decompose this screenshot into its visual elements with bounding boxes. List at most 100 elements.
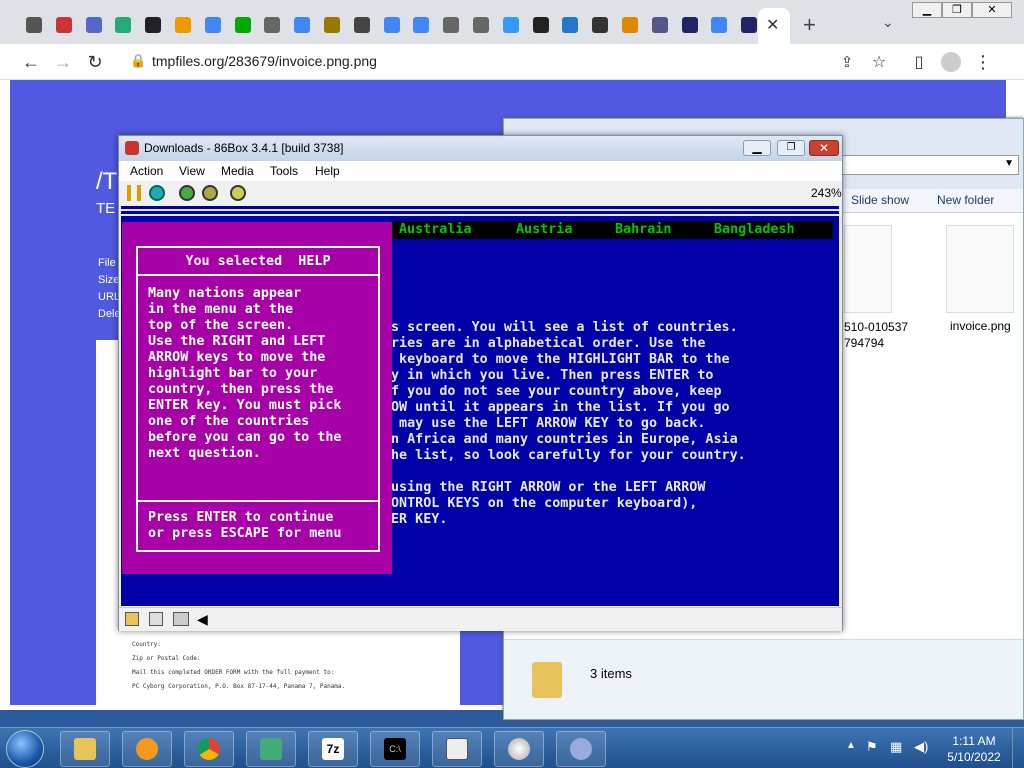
address-dropdown[interactable]: ▼: [839, 155, 1019, 175]
bookmark-star-icon[interactable]: ☆: [866, 50, 892, 74]
menu-view[interactable]: View: [179, 164, 205, 178]
new-folder-button[interactable]: New folder: [937, 193, 994, 207]
help-line: before you can go to the: [148, 430, 342, 445]
menu-help[interactable]: Help: [315, 164, 340, 178]
tab-globe-icon[interactable]: [439, 12, 463, 38]
floppy-icon[interactable]: [125, 612, 139, 626]
tab-globe-icon[interactable]: [469, 12, 493, 38]
close-button[interactable]: ✕: [972, 2, 1012, 18]
side-panel-icon[interactable]: ▯: [906, 50, 932, 74]
minimize-button[interactable]: ▁: [912, 2, 942, 18]
tab-play-box-icon[interactable]: [111, 12, 135, 38]
menu-action[interactable]: Action: [130, 164, 163, 178]
help-divider: [138, 500, 378, 502]
network-icon[interactable]: ▦: [890, 739, 902, 755]
emulator-screen[interactable]: Australia Austria Bahrain Bangladesh s s…: [121, 206, 839, 606]
file-thumbnail[interactable]: [844, 225, 892, 313]
start-button[interactable]: [6, 730, 44, 768]
form-line: Zip or Postal Code:: [132, 655, 201, 662]
pause-icon[interactable]: [127, 185, 141, 201]
tab-SL-icon[interactable]: [588, 12, 612, 38]
tab-search-icon[interactable]: ⌄: [882, 14, 894, 31]
tab-google-icon[interactable]: [409, 12, 433, 38]
share-icon[interactable]: ⇪: [834, 50, 860, 74]
slide-show-button[interactable]: Slide show: [851, 193, 909, 207]
instruction-line: s screen. You will see a list of countri…: [391, 320, 738, 335]
taskbar-notepad[interactable]: [432, 731, 482, 767]
tab-sigma-icon[interactable]: [82, 12, 106, 38]
tab-red-square-icon[interactable]: [52, 12, 76, 38]
tab-google-icon[interactable]: [380, 12, 404, 38]
tab-vb-icon[interactable]: [22, 12, 46, 38]
menu-media[interactable]: Media: [221, 164, 254, 178]
folder-icon: [532, 662, 562, 698]
profile-icon[interactable]: [938, 50, 964, 74]
minimize-button[interactable]: ▁: [743, 140, 771, 156]
back-icon[interactable]: ←: [18, 50, 44, 74]
taskbar-chrome[interactable]: [184, 731, 234, 767]
tab-E-icon[interactable]: [618, 12, 642, 38]
settings-icon[interactable]: [230, 185, 246, 201]
reset-icon[interactable]: [149, 185, 165, 201]
tab-save-icon[interactable]: [648, 12, 672, 38]
taskbar-disc[interactable]: [494, 731, 544, 767]
menu-tools[interactable]: Tools: [270, 164, 298, 178]
taskbar-86box[interactable]: [246, 731, 296, 767]
tab-avatar-a-icon[interactable]: [231, 12, 255, 38]
country-australia[interactable]: Australia: [399, 222, 472, 237]
tab-bike-icon[interactable]: [141, 12, 165, 38]
url-text[interactable]: tmpfiles.org/283679/invoice.png.png: [152, 53, 377, 69]
taskbar-explorer[interactable]: [60, 731, 110, 767]
invoice-thumbnail[interactable]: [946, 225, 1014, 313]
show-desktop-button[interactable]: [1012, 728, 1024, 768]
taskbar-cmd[interactable]: C:\: [370, 731, 420, 767]
tab-github-icon[interactable]: [529, 12, 553, 38]
country-bangladesh[interactable]: Bangladesh: [714, 222, 795, 237]
tab-google-icon[interactable]: [707, 12, 731, 38]
file-name-invoice[interactable]: invoice.png: [950, 319, 1011, 333]
show-hidden-icons[interactable]: ▲: [846, 740, 856, 751]
instruction-line: keyboard to move the HIGHLIGHT BAR to th…: [391, 352, 730, 367]
help-line: next question.: [148, 446, 261, 461]
tab-google-icon[interactable]: [290, 12, 314, 38]
floppy-b-icon[interactable]: [149, 612, 163, 626]
volume-icon[interactable]: ◀): [914, 739, 928, 755]
action-center-icon[interactable]: ⚑: [866, 739, 878, 755]
file-name[interactable]: 510-010537 794794: [844, 319, 944, 351]
tab-download-icon[interactable]: [558, 12, 582, 38]
tab-google-icon[interactable]: [201, 12, 225, 38]
tab-sw-icon[interactable]: [737, 12, 761, 38]
menu-icon[interactable]: ⋮: [970, 50, 996, 74]
reload-icon[interactable]: ↻: [82, 50, 108, 74]
tab-cloud-icon[interactable]: [499, 12, 523, 38]
diamond-icon: [175, 17, 191, 33]
hdd-icon[interactable]: [173, 612, 189, 626]
form-line: Mail this completed ORDER FORM with the …: [132, 669, 335, 676]
86box-icon: [260, 738, 282, 760]
ctrl-alt-del-icon[interactable]: [179, 185, 195, 201]
tab-uio-icon[interactable]: [320, 12, 344, 38]
close-button[interactable]: ✕: [809, 140, 839, 156]
restore-button[interactable]: ❐: [777, 140, 805, 156]
tab-sw-icon[interactable]: [678, 12, 702, 38]
help-line: country, then press the: [148, 382, 334, 397]
tab-diamond-icon[interactable]: [171, 12, 195, 38]
taskbar-media-player[interactable]: [122, 731, 172, 767]
maximize-button[interactable]: ❐: [942, 2, 972, 18]
forward-icon[interactable]: →: [50, 50, 76, 74]
lock-icon[interactable]: 🔒: [130, 53, 146, 69]
sound-icon[interactable]: ◀: [197, 611, 208, 628]
paint-icon: [570, 738, 592, 760]
country-austria[interactable]: Austria: [516, 222, 572, 237]
taskbar-paint[interactable]: [556, 731, 606, 767]
tab-close-icon[interactable]: ✕: [766, 15, 779, 35]
new-tab-button[interactable]: +: [803, 12, 816, 38]
taskbar-7zip[interactable]: 7z: [308, 731, 358, 767]
ctrl-alt-esc-icon[interactable]: [202, 185, 218, 201]
tab-globe-icon[interactable]: [260, 12, 284, 38]
country-bahrain[interactable]: Bahrain: [615, 222, 671, 237]
item-count: 3 items: [590, 666, 632, 681]
tab-image-icon[interactable]: [350, 12, 374, 38]
clock[interactable]: 1:11 AM 5/10/2022: [944, 733, 1004, 765]
emulator-menu: Action View Media Tools Help: [119, 161, 842, 181]
